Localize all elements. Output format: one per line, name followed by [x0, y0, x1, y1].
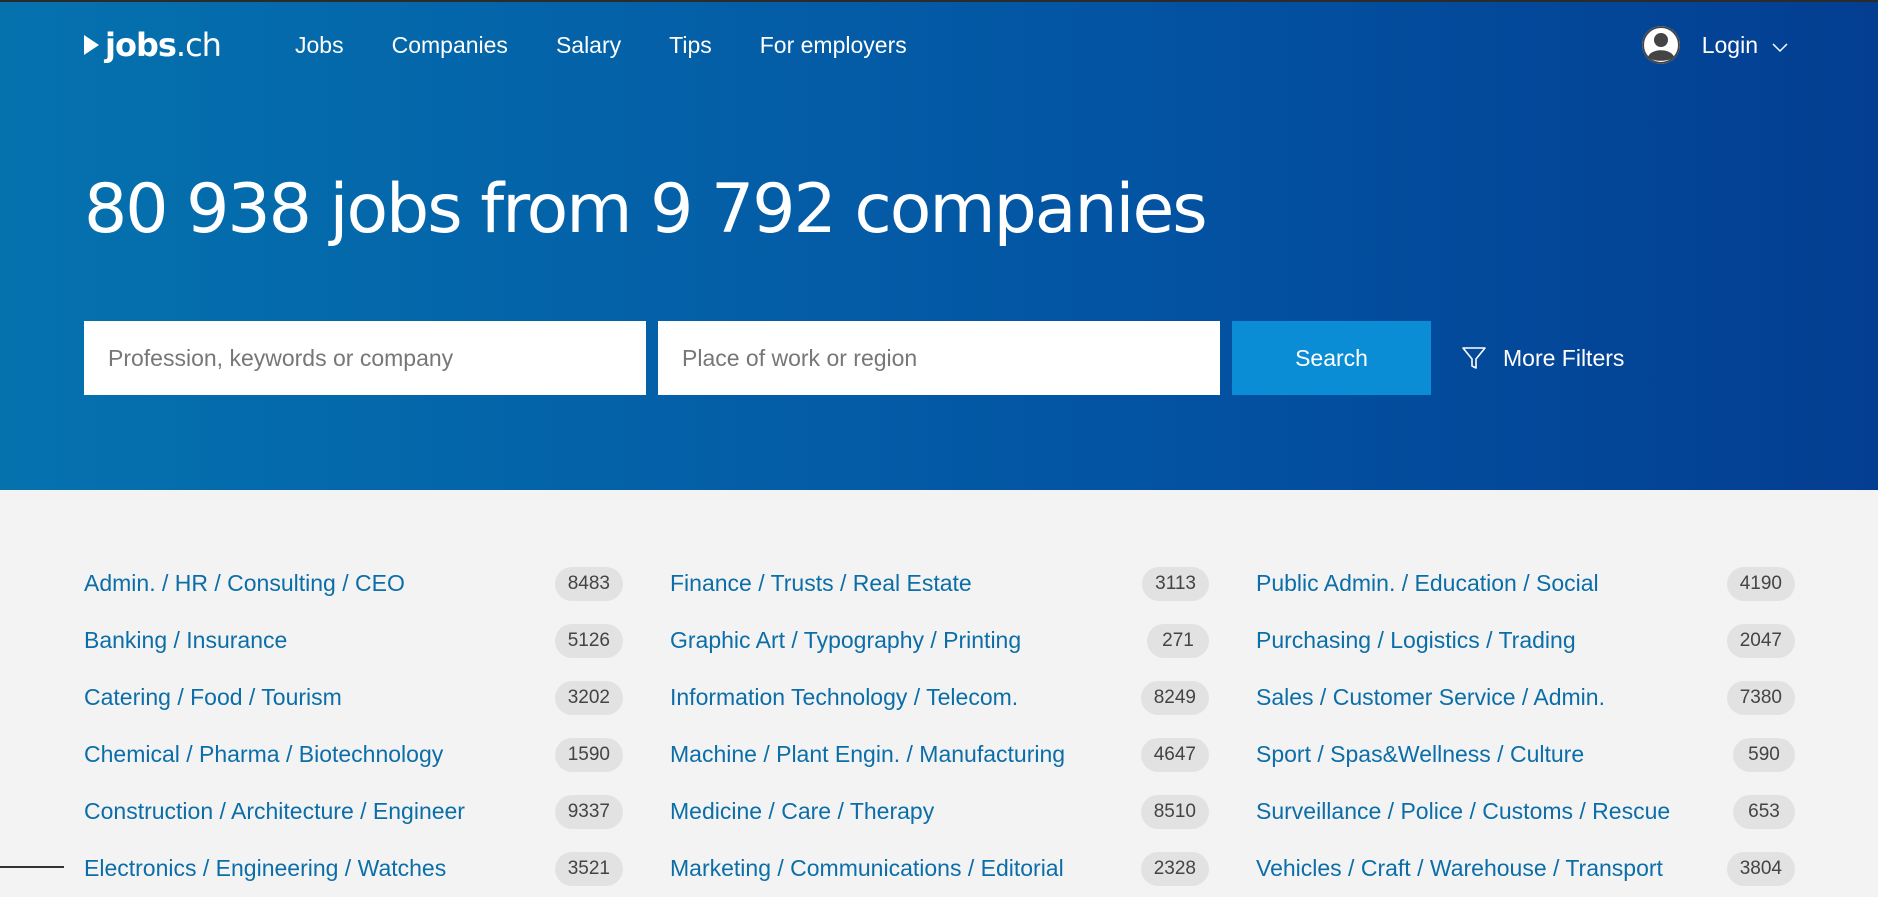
- nav-companies[interactable]: Companies: [392, 32, 508, 59]
- nav-salary[interactable]: Salary: [556, 32, 621, 59]
- category-row: Marketing / Communications / Editorial 23…: [670, 821, 1209, 897]
- category-column-2: Finance / Trusts / Real Estate 3113 Graph…: [670, 555, 1209, 897]
- page-title: 80 938 jobs from 9 792 companies: [84, 170, 1206, 249]
- nav-tips[interactable]: Tips: [669, 32, 712, 59]
- jobs-ch-logo[interactable]: jobs .ch: [84, 26, 221, 64]
- category-column-3: Public Admin. / Education / Social 4190 P…: [1256, 555, 1795, 897]
- chevron-down-icon: [1772, 32, 1788, 59]
- category-link[interactable]: Finance / Trusts / Real Estate: [670, 570, 972, 597]
- job-count-badge: 1590: [555, 738, 623, 772]
- category-link[interactable]: Electronics / Engineering / Watches: [84, 855, 446, 882]
- job-count-badge: 4190: [1727, 567, 1795, 601]
- category-list: Admin. / HR / Consulting / CEO 8483 Banki…: [84, 555, 1795, 897]
- category-link[interactable]: Marketing / Communications / Editorial: [670, 855, 1064, 882]
- job-count-badge: 3804: [1727, 852, 1795, 886]
- nav-for-employers[interactable]: For employers: [760, 32, 907, 59]
- category-link[interactable]: Construction / Architecture / Engineer: [84, 798, 465, 825]
- location-search-input[interactable]: [658, 321, 1220, 395]
- category-link[interactable]: Machine / Plant Engin. / Manufacturing: [670, 741, 1065, 768]
- job-count-badge: 271: [1147, 624, 1209, 658]
- hero-banner: jobs .ch Jobs Companies Salary Tips For …: [0, 0, 1878, 490]
- category-link[interactable]: Public Admin. / Education / Social: [1256, 570, 1599, 597]
- category-link[interactable]: Vehicles / Craft / Warehouse / Transport: [1256, 855, 1663, 882]
- search-bar: Search More Filters: [84, 321, 1624, 395]
- category-row: Vehicles / Craft / Warehouse / Transport…: [1256, 821, 1795, 897]
- category-link[interactable]: Chemical / Pharma / Biotechnology: [84, 741, 443, 768]
- logo-word: jobs: [105, 26, 176, 64]
- job-count-badge: 8483: [555, 567, 623, 601]
- user-avatar-icon: [1642, 26, 1680, 64]
- category-link[interactable]: Surveillance / Police / Customs / Rescue: [1256, 798, 1670, 825]
- job-count-badge: 8510: [1141, 795, 1209, 829]
- job-count-badge: 4647: [1141, 738, 1209, 772]
- more-filters-label: More Filters: [1503, 345, 1624, 372]
- nav-jobs[interactable]: Jobs: [295, 32, 344, 59]
- category-row: Electronics / Engineering / Watches 3521: [84, 821, 623, 897]
- job-count-badge: 590: [1733, 738, 1795, 772]
- job-count-badge: 3521: [555, 852, 623, 886]
- main-nav: Jobs Companies Salary Tips For employers: [295, 32, 955, 59]
- login-label: Login: [1702, 32, 1758, 59]
- job-count-badge: 5126: [555, 624, 623, 658]
- category-link[interactable]: Banking / Insurance: [84, 627, 287, 654]
- category-link[interactable]: Purchasing / Logistics / Trading: [1256, 627, 1576, 654]
- job-count-badge: 8249: [1141, 681, 1209, 715]
- login-menu[interactable]: Login: [1642, 26, 1788, 64]
- category-link[interactable]: Admin. / HR / Consulting / CEO: [84, 570, 405, 597]
- logo-tld: .ch: [176, 26, 221, 64]
- search-button[interactable]: Search: [1232, 321, 1431, 395]
- category-link[interactable]: Graphic Art / Typography / Printing: [670, 627, 1021, 654]
- category-link[interactable]: Sales / Customer Service / Admin.: [1256, 684, 1605, 711]
- keyword-search-input[interactable]: [84, 321, 646, 395]
- category-link[interactable]: Catering / Food / Tourism: [84, 684, 342, 711]
- job-count-badge: 3113: [1142, 567, 1209, 601]
- category-link[interactable]: Information Technology / Telecom.: [670, 684, 1018, 711]
- job-count-badge: 2047: [1727, 624, 1795, 658]
- job-count-badge: 7380: [1727, 681, 1795, 715]
- more-filters-button[interactable]: More Filters: [1461, 345, 1624, 372]
- category-link[interactable]: Sport / Spas&Wellness / Culture: [1256, 741, 1584, 768]
- job-count-badge: 2328: [1141, 852, 1209, 886]
- play-icon: [84, 35, 99, 55]
- job-count-badge: 653: [1733, 795, 1795, 829]
- job-count-badge: 3202: [555, 681, 623, 715]
- filter-funnel-icon: [1461, 345, 1487, 371]
- category-link[interactable]: Medicine / Care / Therapy: [670, 798, 934, 825]
- category-column-1: Admin. / HR / Consulting / CEO 8483 Banki…: [84, 555, 623, 897]
- job-count-badge: 9337: [555, 795, 623, 829]
